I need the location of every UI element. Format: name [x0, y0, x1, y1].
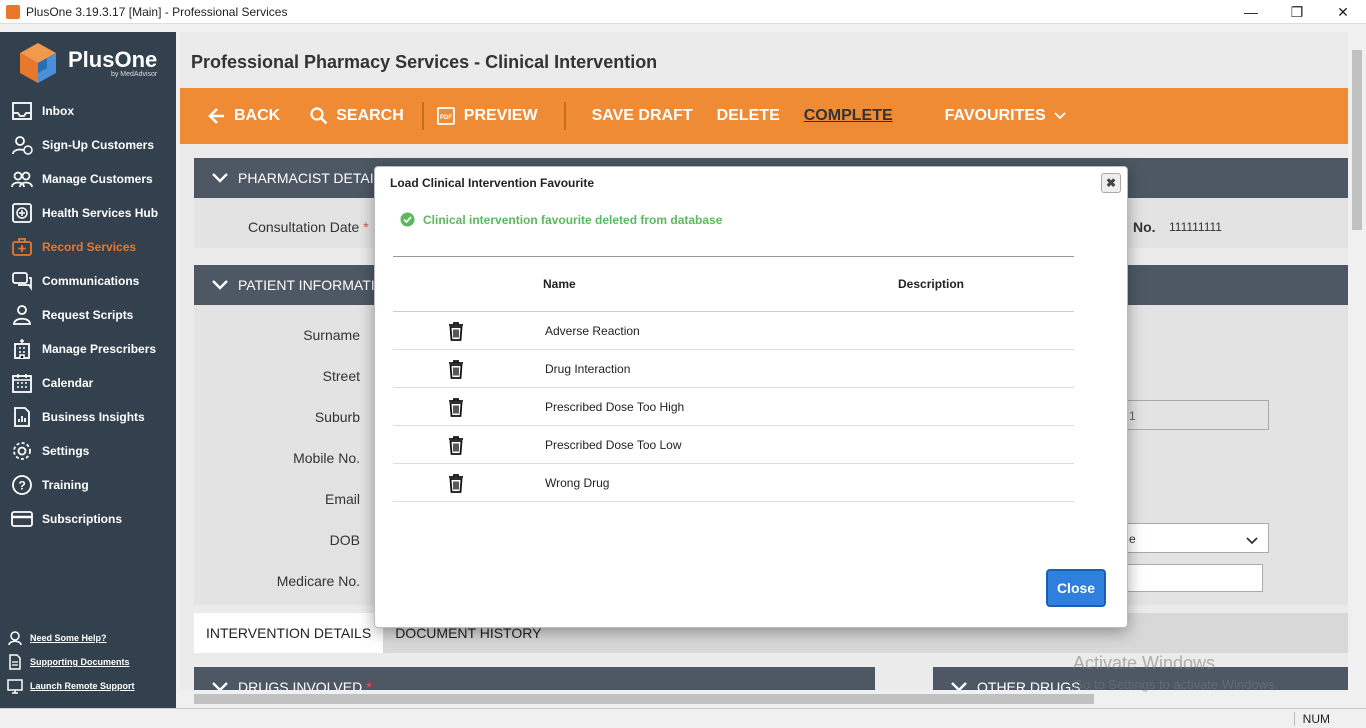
favourite-modal: Load Clinical Intervention Favourite ✖ C…	[374, 166, 1128, 628]
favourite-name: Wrong Drug	[545, 476, 610, 490]
success-message: Clinical intervention favourite deleted …	[400, 212, 722, 227]
close-button[interactable]: Close	[1046, 569, 1106, 607]
modal-overlay: Load Clinical Intervention Favourite ✖ C…	[0, 0, 1366, 728]
trash-icon[interactable]	[446, 397, 466, 417]
favourite-name: Prescribed Dose Too High	[545, 400, 685, 414]
modal-title: Load Clinical Intervention Favourite	[390, 176, 595, 190]
trash-icon[interactable]	[446, 473, 466, 493]
column-header-description: Description	[898, 277, 965, 291]
trash-icon[interactable]	[446, 321, 466, 341]
table-header: Name Description	[393, 256, 1074, 312]
table-row[interactable]: Adverse Reaction	[393, 312, 1074, 350]
column-header-name: Name	[543, 277, 576, 291]
activate-windows-watermark: Activate Windows Go to Settings to activ…	[1073, 653, 1278, 692]
watermark-line2: Go to Settings to activate Windows.	[1073, 677, 1279, 692]
trash-icon[interactable]	[446, 435, 466, 455]
table-row[interactable]: Prescribed Dose Too High	[393, 388, 1074, 426]
check-circle-icon	[400, 212, 415, 227]
favourite-name: Prescribed Dose Too Low	[545, 438, 682, 452]
favourite-name: Adverse Reaction	[545, 324, 640, 338]
success-message-text: Clinical intervention favourite deleted …	[423, 212, 723, 227]
modal-close-icon[interactable]: ✖	[1101, 173, 1121, 193]
table-row[interactable]: Drug Interaction	[393, 350, 1074, 388]
favourites-table: Name Description Adverse Reaction Drug In…	[393, 256, 1074, 502]
trash-icon[interactable]	[446, 359, 466, 379]
table-row[interactable]: Wrong Drug	[393, 464, 1074, 502]
favourite-name: Drug Interaction	[545, 362, 631, 376]
watermark-line1: Activate Windows	[1073, 653, 1216, 673]
table-row[interactable]: Prescribed Dose Too Low	[393, 426, 1074, 464]
